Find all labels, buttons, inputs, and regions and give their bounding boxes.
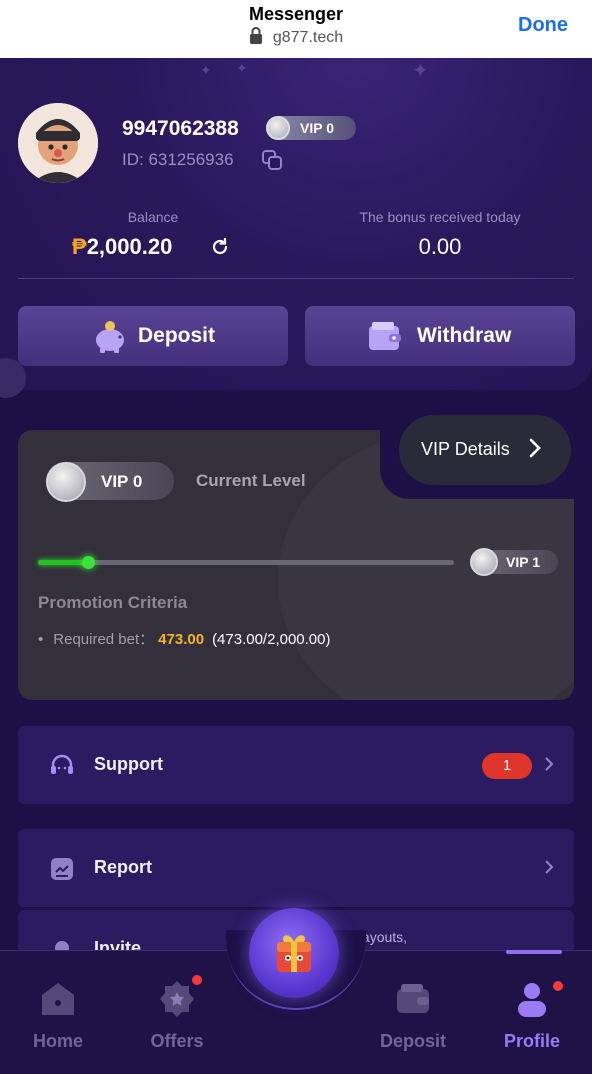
report-label: Report [94, 857, 152, 877]
gift-box-icon [273, 930, 315, 981]
done-button[interactable]: Done [518, 14, 568, 37]
vip-details-label: VIP Details [421, 439, 510, 459]
lock-icon [249, 27, 263, 49]
avatar[interactable] [18, 103, 98, 183]
piggy-bank-icon [92, 318, 128, 360]
nav-deposit-label: Deposit [379, 1031, 446, 1051]
withdraw-button[interactable]: Withdraw [305, 306, 575, 366]
sparkle-icon: ✦ [200, 62, 212, 78]
required-bet-ratio: (473.00/2,000.00) [212, 631, 331, 648]
current-vip-badge: VIP 0 [46, 462, 174, 502]
menu-item-report[interactable]: Report [18, 829, 574, 907]
wallet-icon [367, 318, 403, 360]
deposit-label: Deposit [138, 324, 216, 347]
bonus-value: 0.00 [418, 234, 462, 259]
browser-title: Messenger [248, 4, 344, 24]
center-gift-button[interactable] [249, 908, 339, 998]
notification-dot [192, 975, 202, 985]
nav-offers-label: Offers [150, 1031, 204, 1051]
support-label: Support [94, 754, 163, 774]
withdraw-label: Withdraw [417, 324, 512, 347]
report-icon [48, 855, 76, 888]
vip-badge-label: VIP 0 [300, 120, 334, 136]
offers-icon [157, 979, 197, 1024]
balance-amount: 2,000.20 [86, 234, 173, 259]
vip-coin-icon [266, 116, 290, 140]
progress-knob [82, 556, 95, 569]
nav-profile-label: Profile [503, 1031, 560, 1051]
nav-home-label: Home [32, 1031, 83, 1051]
bullet: • [38, 631, 44, 648]
next-vip-badge: VIP 1 [470, 548, 558, 576]
required-bet-value: 473.00 [158, 631, 205, 648]
divider [18, 278, 574, 279]
support-count-badge: 1 [482, 753, 532, 779]
refresh-icon[interactable] [210, 237, 230, 262]
profile-icon [512, 979, 552, 1024]
chevron-right-icon [529, 438, 541, 463]
sparkle-icon: ✦ [236, 60, 248, 76]
next-vip-label: VIP 1 [506, 554, 540, 570]
vip-coin-icon [46, 462, 86, 502]
vip-details-button[interactable]: VIP Details [399, 415, 571, 485]
vip-progress-bar [38, 556, 454, 569]
username: 9947062388 [122, 117, 239, 140]
required-bet-label: Required bet： [53, 631, 155, 648]
chevron-right-icon [544, 859, 554, 880]
vip-coin-icon [470, 548, 498, 576]
active-tab-indicator [506, 950, 562, 954]
currency-symbol: ₱ [72, 234, 87, 259]
progress-fill [38, 560, 88, 565]
headset-icon [48, 752, 76, 785]
balance-label: Balance [127, 209, 179, 225]
menu-item-support[interactable]: Support 1 [18, 726, 574, 804]
notification-dot [553, 981, 563, 991]
balance-value: ₱2,000.20 [72, 234, 172, 260]
url-text: g877.tech [272, 29, 344, 46]
vip-level-badge[interactable]: VIP 0 [266, 116, 356, 140]
browser-top-bar: Messenger g877.tech Done [0, 0, 592, 58]
promotion-criteria-title: Promotion Criteria [38, 593, 188, 612]
chevron-right-icon [544, 756, 554, 777]
copy-icon[interactable] [262, 150, 282, 175]
user-id: ID: 631256936 [122, 150, 234, 169]
current-level-label: Current Level [196, 471, 306, 490]
home-icon [38, 979, 78, 1024]
sparkle-icon: ✦ [412, 60, 429, 82]
bonus-label: The bonus received today [359, 209, 521, 225]
deposit-button[interactable]: Deposit [18, 306, 288, 366]
deposit-wallet-icon [393, 979, 433, 1024]
required-bet-row: • Required bet： 473.00 (473.00/2,000.00) [38, 628, 331, 649]
browser-url: g877.tech [0, 27, 592, 49]
current-vip-label: VIP 0 [101, 472, 143, 491]
